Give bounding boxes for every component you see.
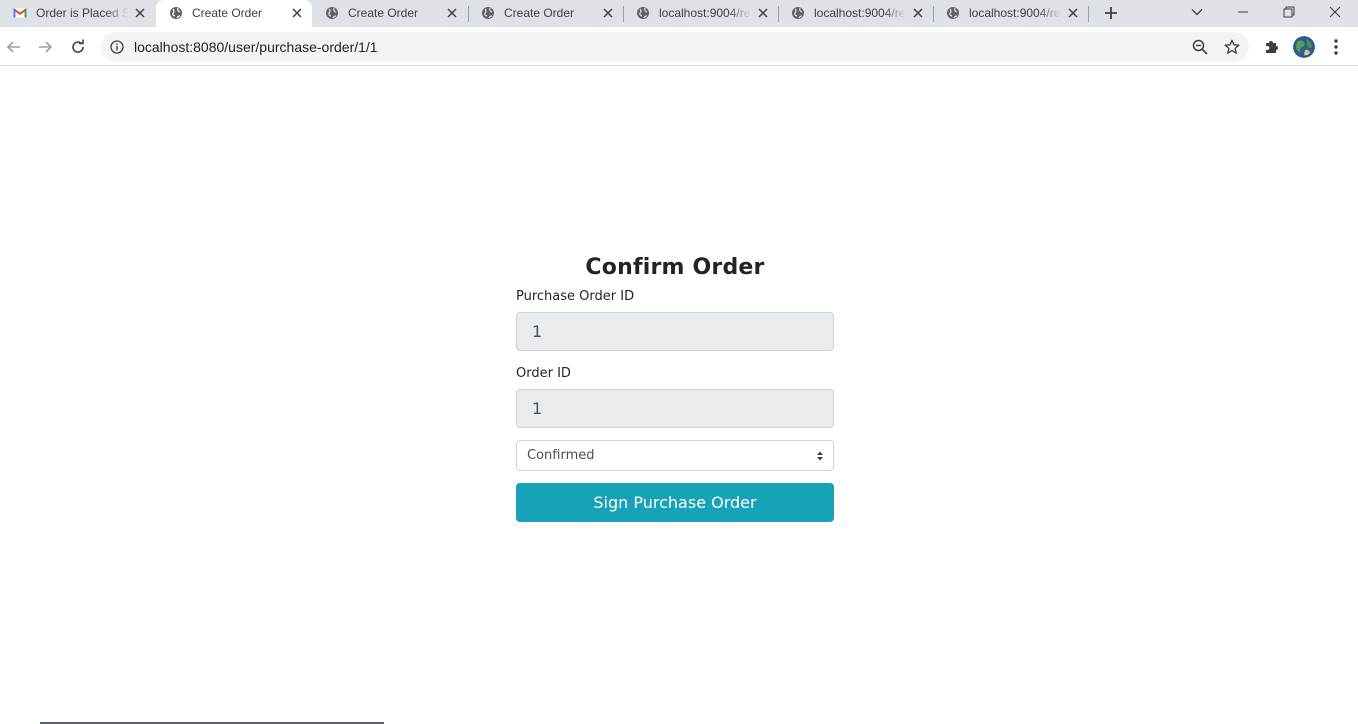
tab-create-order-active[interactable]: Create Order — [156, 0, 312, 28]
tab-order-placed[interactable]: Order is Placed S — [0, 0, 155, 27]
close-icon[interactable] — [290, 6, 304, 20]
arrow-left-icon — [6, 41, 20, 53]
tab-search-button[interactable] — [1177, 0, 1217, 24]
profile-avatar[interactable] — [1293, 36, 1315, 58]
gmail-icon — [13, 8, 27, 18]
extensions-puzzle-icon[interactable] — [1263, 38, 1281, 56]
order-status-value: Confirmed — [527, 448, 595, 463]
tab-localhost-9004[interactable]: localhost:9004/re — [623, 0, 778, 27]
minimize-icon — [1238, 11, 1248, 13]
close-icon[interactable] — [1066, 6, 1080, 20]
tab-strip: Order is Placed S Create Order Create Or… — [0, 0, 1358, 28]
purchase-order-id-label: Purchase Order ID — [516, 289, 635, 304]
back-button[interactable] — [4, 37, 24, 57]
globe-icon — [170, 7, 182, 19]
reload-icon — [72, 39, 84, 53]
restore-icon — [1283, 6, 1295, 18]
close-icon[interactable] — [911, 6, 925, 20]
reload-button[interactable] — [68, 37, 88, 57]
sign-purchase-order-button[interactable]: Sign Purchase Order — [516, 483, 834, 522]
zoom-out-icon[interactable] — [1192, 39, 1208, 55]
tab-separator — [1088, 6, 1089, 22]
globe-icon — [947, 7, 959, 19]
order-id-label: Order ID — [516, 366, 571, 381]
close-icon — [1329, 6, 1341, 18]
tab-title: Order is Placed S — [36, 6, 128, 20]
globe-icon — [792, 7, 804, 19]
globe-icon — [326, 7, 338, 19]
purchase-order-id-input[interactable]: 1 — [516, 312, 834, 351]
restore-button[interactable] — [1269, 0, 1309, 24]
close-icon[interactable] — [133, 6, 147, 20]
order-id-value: 1 — [532, 399, 543, 418]
tab-title: localhost:9004/re — [659, 6, 751, 20]
tab-title: localhost:9004/re — [814, 6, 906, 20]
select-caret-icon — [817, 451, 823, 461]
tab-title: Create Order — [348, 6, 419, 20]
close-window-button[interactable] — [1315, 0, 1355, 24]
browser-toolbar: localhost:8080/user/purchase-order/1/1 — [0, 28, 1358, 66]
close-icon[interactable] — [601, 6, 615, 20]
tab-create-order[interactable]: Create Order — [468, 0, 623, 27]
plus-icon — [1105, 7, 1117, 19]
arrow-right-icon — [39, 41, 53, 53]
close-icon[interactable] — [445, 6, 459, 20]
globe-icon — [637, 7, 649, 19]
tab-create-order[interactable]: Create Order — [312, 0, 467, 27]
tab-title: Create Order — [192, 6, 263, 20]
address-bar[interactable]: localhost:8080/user/purchase-order/1/1 — [101, 32, 1249, 62]
order-id-input[interactable]: 1 — [516, 389, 834, 428]
tab-title: Create Order — [504, 6, 575, 20]
minimize-button[interactable] — [1223, 0, 1263, 24]
bookmark-star-icon[interactable] — [1224, 39, 1240, 55]
page-title: Confirm Order — [585, 255, 765, 280]
info-icon[interactable] — [110, 40, 124, 54]
chevron-down-icon — [1191, 9, 1203, 16]
tab-localhost-9004[interactable]: localhost:9004/re — [778, 0, 933, 27]
order-status-select[interactable]: Confirmed — [516, 440, 834, 471]
purchase-order-id-value: 1 — [532, 322, 543, 341]
more-options-icon[interactable] — [1328, 38, 1344, 56]
new-tab-button[interactable] — [1101, 3, 1121, 23]
tab-title: localhost:9004/re — [969, 6, 1061, 20]
sign-purchase-order-label: Sign Purchase Order — [593, 493, 757, 512]
page-content: Confirm Order Purchase Order ID 1 Order … — [0, 67, 1358, 724]
url-text[interactable]: localhost:8080/user/purchase-order/1/1 — [134, 40, 378, 54]
globe-icon — [482, 7, 494, 19]
tab-localhost-9004[interactable]: localhost:9004/re — [933, 0, 1088, 27]
forward-button[interactable] — [35, 37, 55, 57]
close-icon[interactable] — [756, 6, 770, 20]
